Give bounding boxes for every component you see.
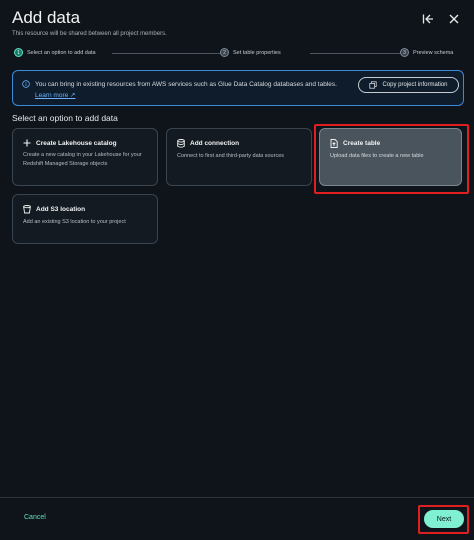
card-title: Create table	[330, 139, 451, 148]
card-title: Add S3 location	[23, 205, 147, 214]
step-2: 2 Set table properties	[220, 48, 281, 57]
step-1: 1 Select an option to add data	[14, 48, 96, 57]
info-text: You can bring in existing resources from…	[35, 79, 353, 101]
close-icon	[449, 14, 459, 24]
step-connector	[112, 53, 226, 54]
step-connector	[310, 53, 408, 54]
step-label: Preview schema	[413, 49, 454, 56]
info-alert: You can bring in existing resources from…	[12, 70, 464, 106]
collapse-panel-button[interactable]	[420, 11, 436, 27]
step-label: Select an option to add data	[27, 49, 96, 56]
copy-icon	[369, 81, 378, 89]
option-add-connection[interactable]: Add connection Connect to first and thir…	[166, 128, 312, 186]
option-description: Upload data files to create a new table	[330, 153, 424, 159]
option-description: Create a new catalog in your Lakehouse f…	[23, 152, 142, 167]
option-title: Add S3 location	[36, 206, 86, 213]
page-subtitle: This resource will be shared between all…	[12, 31, 167, 37]
section-title: Select an option to add data	[12, 113, 118, 123]
info-message: You can bring in existing resources from…	[35, 81, 337, 88]
footer-divider	[0, 497, 474, 498]
option-create-lakehouse-catalog[interactable]: Create Lakehouse catalog Create a new ca…	[12, 128, 158, 186]
step-label: Set table properties	[233, 49, 281, 56]
option-title: Add connection	[190, 140, 240, 147]
close-button[interactable]	[446, 11, 462, 27]
learn-more-link[interactable]: Learn more ↗	[35, 92, 76, 99]
step-3: 3 Preview schema	[400, 48, 453, 57]
card-title: Add connection	[177, 139, 301, 148]
step-number: 2	[220, 48, 229, 57]
step-number: 3	[400, 48, 409, 57]
next-button[interactable]: Next	[424, 510, 464, 528]
copy-project-info-button[interactable]: Copy project information	[358, 77, 459, 93]
database-icon	[177, 139, 185, 148]
wizard-steps: 1 Select an option to add data 2 Set tab…	[14, 48, 462, 60]
collapse-left-icon	[422, 14, 433, 24]
learn-more-label: Learn more	[35, 92, 69, 99]
option-description: Connect to first and third-party data so…	[177, 153, 284, 159]
plus-icon	[23, 139, 31, 147]
option-create-table[interactable]: Create table Upload data files to create…	[319, 128, 462, 186]
bucket-icon	[23, 205, 31, 214]
option-add-s3-location[interactable]: Add S3 location Add an existing S3 locat…	[12, 194, 158, 244]
copy-button-label: Copy project information	[382, 82, 448, 88]
option-title: Create Lakehouse catalog	[36, 139, 117, 147]
step-number: 1	[14, 48, 23, 57]
page-title: Add data	[12, 8, 81, 27]
option-description: Add an existing S3 location to your proj…	[23, 219, 126, 225]
card-title: Create Lakehouse catalog	[23, 139, 147, 147]
cancel-button[interactable]: Cancel	[24, 514, 46, 521]
panel-header: Add data This resource will be shared be…	[12, 8, 462, 42]
file-upload-icon	[330, 139, 338, 148]
option-title: Create table	[343, 140, 381, 147]
info-icon	[22, 80, 30, 88]
